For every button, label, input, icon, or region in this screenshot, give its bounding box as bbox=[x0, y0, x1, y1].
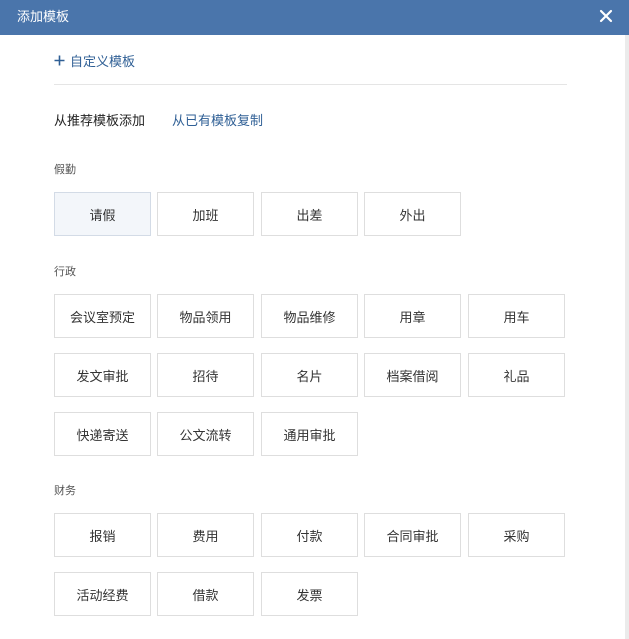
template-tile[interactable]: 借款 bbox=[157, 572, 254, 616]
template-tile[interactable]: 出差 bbox=[261, 192, 358, 236]
custom-template-label: 自定义模板 bbox=[70, 54, 136, 70]
section-label-finance: 财务 bbox=[54, 484, 76, 497]
template-tile[interactable]: 请假 bbox=[54, 192, 151, 236]
template-tile[interactable]: 招待 bbox=[157, 353, 254, 397]
tab-copy-existing[interactable]: 从已有模板复制 bbox=[172, 113, 263, 131]
section-label-admin: 行政 bbox=[54, 265, 76, 278]
template-tile[interactable]: 礼品 bbox=[468, 353, 565, 397]
template-tile[interactable]: 加班 bbox=[157, 192, 254, 236]
template-tile[interactable]: 公文流转 bbox=[157, 412, 254, 456]
template-tile[interactable]: 通用审批 bbox=[261, 412, 358, 456]
template-tile[interactable]: 用章 bbox=[364, 294, 461, 338]
template-tile[interactable]: 活动经费 bbox=[54, 572, 151, 616]
template-tile[interactable]: 发票 bbox=[261, 572, 358, 616]
template-tile[interactable]: 费用 bbox=[157, 513, 254, 557]
custom-template-link[interactable]: 自定义模板 bbox=[54, 52, 136, 70]
template-tile[interactable]: 档案借阅 bbox=[364, 353, 461, 397]
template-tile[interactable]: 采购 bbox=[468, 513, 565, 557]
tab-recommended[interactable]: 从推荐模板添加 bbox=[54, 113, 145, 131]
template-tile[interactable]: 会议室预定 bbox=[54, 294, 151, 338]
close-icon[interactable] bbox=[599, 9, 613, 23]
template-tile[interactable]: 合同审批 bbox=[364, 513, 461, 557]
dialog-title: 添加模板 bbox=[17, 10, 70, 25]
template-tile[interactable]: 物品领用 bbox=[157, 294, 254, 338]
template-tile[interactable]: 外出 bbox=[364, 192, 461, 236]
template-tile[interactable]: 发文审批 bbox=[54, 353, 151, 397]
template-tile[interactable]: 物品维修 bbox=[261, 294, 358, 338]
template-tile[interactable]: 报销 bbox=[54, 513, 151, 557]
template-tile[interactable]: 付款 bbox=[261, 513, 358, 557]
scrollbar-track[interactable] bbox=[625, 35, 629, 639]
section-label-leave: 假勤 bbox=[54, 163, 76, 176]
plus-icon bbox=[54, 55, 65, 65]
dialog-titlebar: 添加模板 bbox=[0, 0, 629, 35]
template-tile[interactable]: 快递寄送 bbox=[54, 412, 151, 456]
template-tile[interactable]: 名片 bbox=[261, 353, 358, 397]
divider bbox=[54, 84, 567, 85]
template-tile[interactable]: 用车 bbox=[468, 294, 565, 338]
